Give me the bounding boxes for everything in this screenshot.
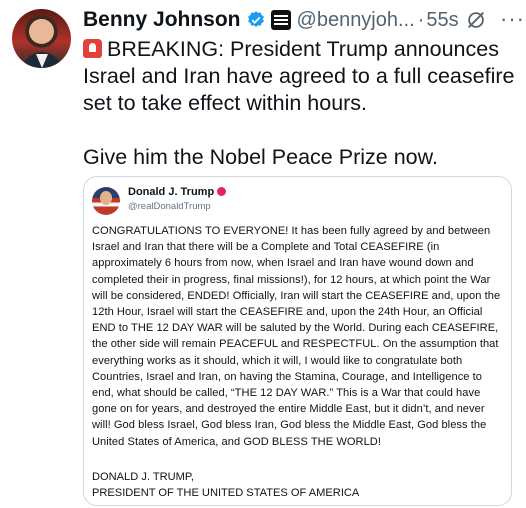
quoted-body-text: CONGRATULATIONS TO EVERYONE! It has been… [92,225,501,448]
quoted-signature: DONALD J. TRUMP, PRESIDENT OF THE UNITED… [92,469,359,501]
more-options-button[interactable]: ··· [500,6,525,32]
signature-line1: DONALD J. TRUMP, [92,471,194,483]
post-text: BREAKING: President Trump announces Isra… [83,36,518,171]
signature-line2: PRESIDENT OF THE UNITED STATES OF AMERIC… [92,487,360,500]
affiliate-logo-icon[interactable] [270,10,291,30]
timestamp[interactable]: 55s [426,9,458,32]
quoted-post-card[interactable]: Donald J. Trump @realDonaldTrump CONGRAT… [83,176,512,506]
separator-dot: · [417,8,425,31]
post-text-line2: Give him the Nobel Peace Prize now. [83,145,438,169]
quoted-author-name[interactable]: Donald J. Trump [128,186,214,198]
post-text-line1: BREAKING: President Trump announces Isra… [83,37,515,115]
verified-badge-icon[interactable] [246,10,266,30]
post-header: Benny Johnson @bennyjoh... · 55s [83,6,459,34]
quoted-author-avatar[interactable] [92,187,120,215]
quoted-avatar-face [100,191,112,205]
author-avatar[interactable] [12,9,71,68]
quoted-post-body: CONGRATULATIONS TO EVERYONE! It has been… [92,223,506,450]
quoted-author-name-row: Donald J. Trump [128,186,227,198]
siren-emoji-icon [83,39,102,58]
grok-icon[interactable] [465,9,487,31]
quoted-verified-icon [217,187,227,196]
quoted-author-handle[interactable]: @realDonaldTrump [128,201,211,212]
author-handle[interactable]: @bennyjoh... [297,9,415,32]
author-name[interactable]: Benny Johnson [83,8,241,32]
